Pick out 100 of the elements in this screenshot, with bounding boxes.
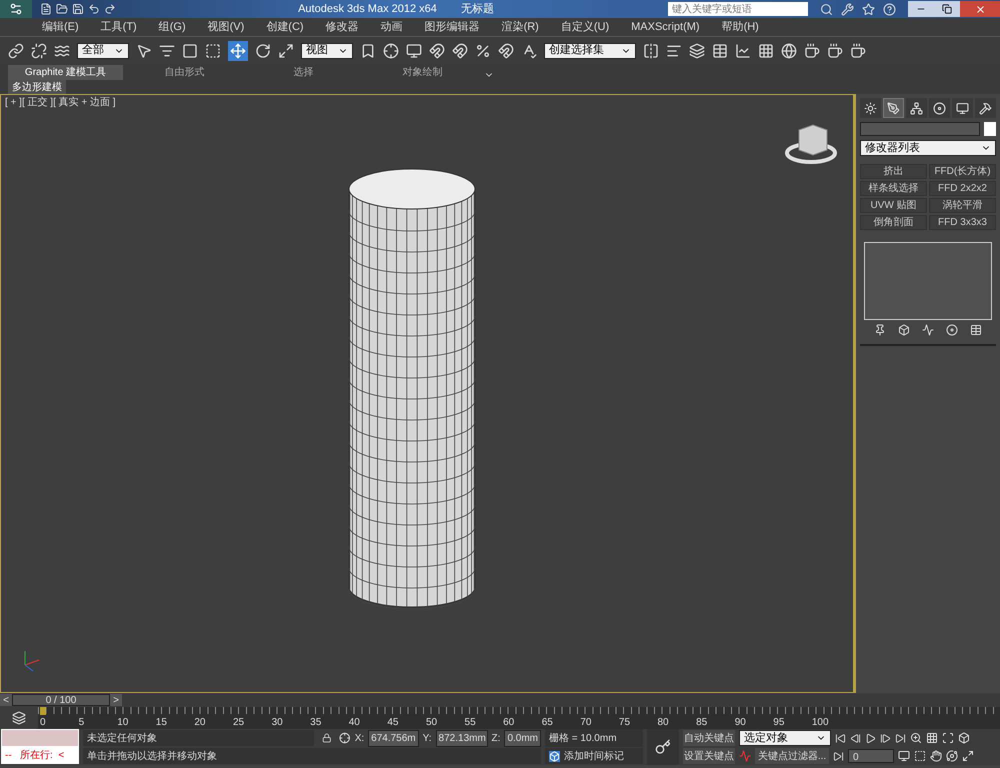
command-panel-tab[interactable] (860, 98, 881, 118)
modifier-button[interactable]: FFD 2x2x2 (929, 181, 996, 196)
play-icon[interactable] (865, 732, 876, 744)
search-icon[interactable] (820, 2, 833, 16)
menu-item[interactable]: 自定义(U) (560, 18, 610, 36)
menu-item[interactable]: 动画 (380, 18, 403, 36)
modifier-button[interactable]: 挤出 (860, 164, 927, 179)
orbit-icon[interactable] (946, 750, 958, 762)
restore-button[interactable] (934, 1, 960, 17)
viewport[interactable]: [ + ][ 正交 ][ 真实 + 边面 ] (0, 94, 854, 693)
next-frame-button[interactable]: > (110, 694, 122, 706)
ribbon-tab[interactable]: Graphite 建模工具 (8, 65, 123, 80)
scale-icon[interactable] (278, 42, 294, 58)
magnet-icon[interactable] (498, 42, 514, 58)
command-panel-tab[interactable] (883, 98, 904, 118)
undo-icon[interactable] (88, 3, 100, 15)
modifier-stack[interactable] (864, 242, 992, 320)
magnet-icon[interactable] (452, 42, 468, 58)
zoom-extents-icon[interactable] (942, 732, 954, 744)
modifier-button[interactable]: FFD(长方体) (929, 164, 996, 179)
new-file-icon[interactable] (40, 3, 52, 15)
table-icon[interactable] (712, 42, 728, 58)
menu-item[interactable]: 工具(T) (100, 18, 137, 36)
ribbon-tab[interactable]: 选择 (246, 65, 361, 80)
modifier-button[interactable]: 倒角剖面 (860, 215, 927, 230)
rotate-icon[interactable] (255, 42, 271, 58)
ribbon-panel-label[interactable]: 多边形建模 (8, 80, 66, 94)
menu-item[interactable]: 帮助(H) (722, 18, 759, 36)
menu-item[interactable]: 创建(C) (266, 18, 304, 36)
monitor-icon[interactable] (406, 42, 422, 58)
x-coordinate-field[interactable]: 674.756m (368, 730, 419, 746)
layers-icon[interactable] (689, 42, 705, 58)
redo-icon[interactable] (104, 3, 116, 15)
search-field[interactable]: 键入关键字或短语 (668, 2, 808, 16)
view-cube-drawing[interactable] (785, 124, 837, 164)
add-time-tag-button[interactable]: 添加时间标记 (545, 748, 643, 764)
named-selection-dropdown[interactable]: 创建选择集 (544, 42, 636, 58)
previous-frame-button[interactable]: < (0, 694, 12, 706)
open-folder-icon[interactable] (56, 3, 68, 15)
menu-item[interactable]: 修改器 (326, 18, 359, 36)
teapot-icon[interactable] (827, 42, 843, 58)
time-marker[interactable] (40, 707, 46, 715)
menu-item[interactable]: 视图(V) (208, 18, 244, 36)
magnet-icon[interactable] (429, 42, 445, 58)
time-slider-thumb[interactable]: 0 / 100 (12, 694, 110, 706)
move-icon[interactable] (228, 40, 248, 60)
menu-item[interactable]: 组(G) (158, 18, 186, 36)
save-icon[interactable] (72, 3, 84, 15)
pan-icon[interactable] (930, 750, 942, 762)
key-filters-button[interactable]: 关键点过滤器... (755, 748, 829, 764)
auto-key-button[interactable]: 自动关键点 (683, 730, 735, 746)
maximize-viewport-icon[interactable] (962, 750, 974, 762)
modifier-button[interactable]: FFD 3x3x3 (929, 215, 996, 230)
close-button[interactable] (960, 1, 1000, 17)
previous-frame-icon[interactable] (850, 732, 861, 744)
z-coordinate-field[interactable]: 0.0mm (504, 730, 541, 746)
command-panel-tab[interactable] (929, 98, 950, 118)
modifier-button[interactable]: 样条线选择 (860, 181, 927, 196)
align-icon[interactable] (666, 42, 682, 58)
pointer-icon[interactable] (136, 42, 152, 58)
teapot-icon[interactable] (850, 42, 866, 58)
zoom-icon[interactable] (910, 732, 922, 744)
grid-icon[interactable] (758, 42, 774, 58)
set-key-button[interactable] (647, 729, 679, 765)
frame-field[interactable]: 0 (848, 749, 894, 763)
crosshair-icon[interactable] (383, 42, 399, 58)
rectangle-icon[interactable] (182, 42, 198, 58)
menu-item[interactable]: 编辑(E) (42, 18, 79, 36)
selection-filter-dropdown[interactable]: 全部 (77, 42, 129, 58)
menu-item[interactable]: MAXScript(M) (631, 18, 700, 36)
modifier-button[interactable]: 涡轮平滑 (929, 198, 996, 213)
link-icon[interactable] (8, 42, 24, 58)
next-frame-icon[interactable] (880, 732, 891, 744)
teapot-icon[interactable] (804, 42, 820, 58)
viewport-label[interactable]: [ + ][ 正交 ][ 真实 + 边面 ] (5, 95, 116, 110)
bookmark-icon[interactable] (360, 42, 376, 58)
waves-icon[interactable] (54, 42, 70, 58)
ribbon-tab[interactable]: 对象绘制 (365, 65, 480, 80)
wrench-icon[interactable] (841, 2, 854, 16)
sphere-icon[interactable] (781, 42, 797, 58)
command-panel-tab[interactable] (952, 98, 973, 118)
object-name-field[interactable] (860, 122, 980, 136)
star-icon[interactable] (862, 2, 875, 16)
app-logo-icon[interactable] (0, 0, 32, 18)
object-color-swatch[interactable] (984, 122, 996, 136)
modifier-button[interactable]: UVW 贴图 (860, 198, 927, 213)
unlink-icon[interactable] (31, 42, 47, 58)
curve-icon[interactable] (739, 750, 751, 762)
command-panel-tab[interactable] (975, 98, 996, 118)
go-to-start-icon[interactable] (835, 732, 846, 744)
key-mode-dropdown[interactable]: 选定对象 (739, 730, 831, 746)
pin-icon[interactable] (874, 324, 886, 336)
menu-item[interactable]: 图形编辑器 (424, 18, 480, 36)
percent-icon[interactable] (475, 42, 491, 58)
reference-coordinate-dropdown[interactable]: 视图 (301, 42, 353, 58)
mirror-icon[interactable] (643, 42, 659, 58)
lock-icon[interactable] (322, 733, 332, 743)
ribbon-tab[interactable]: 自由形式 (127, 65, 242, 80)
command-panel-tab[interactable] (906, 98, 927, 118)
set-key-text-button[interactable]: 设置关键点 (683, 748, 735, 764)
